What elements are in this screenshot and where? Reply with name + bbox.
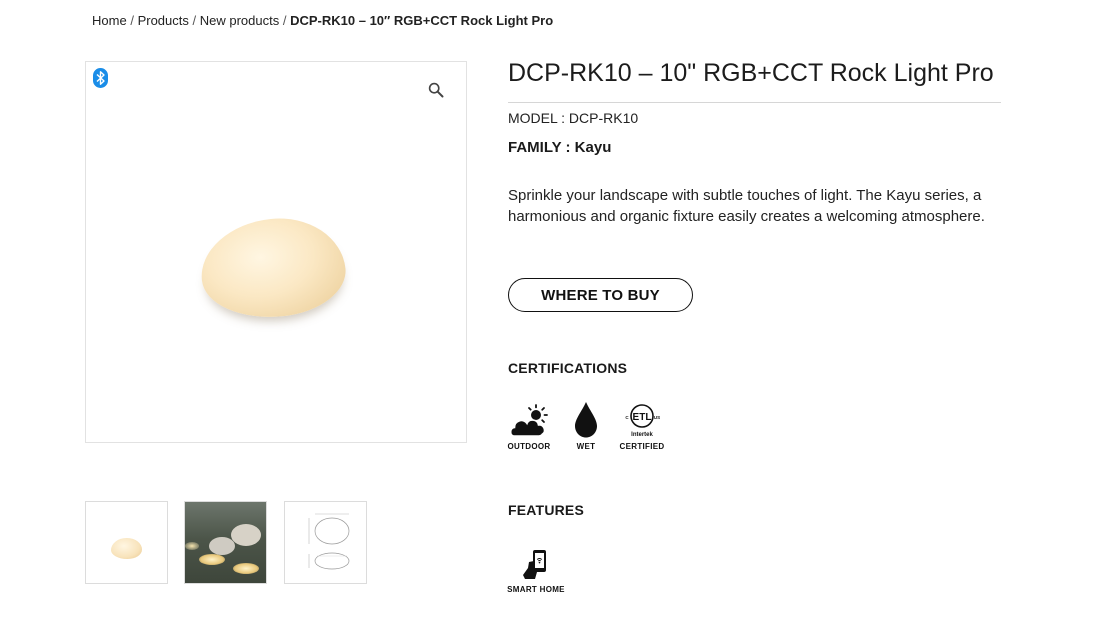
certifications-heading: CERTIFICATIONS bbox=[508, 360, 628, 376]
breadcrumb-new-products-link[interactable]: New products bbox=[200, 13, 279, 28]
smart-home-badge: SMART HOME bbox=[506, 548, 566, 594]
product-main-image[interactable] bbox=[85, 61, 467, 443]
breadcrumb-separator: / bbox=[130, 13, 134, 28]
breadcrumb: Home / Products / New products / DCP-RK1… bbox=[92, 13, 553, 28]
breadcrumb-products-link[interactable]: Products bbox=[138, 13, 189, 28]
product-description: Sprinkle your landscape with subtle touc… bbox=[508, 187, 985, 225]
scene-rock-image bbox=[231, 524, 261, 546]
title-divider bbox=[508, 102, 1001, 103]
product-title: DCP-RK10 – 10" RGB+CCT Rock Light Pro bbox=[508, 59, 994, 87]
where-to-buy-button[interactable]: WHERE TO BUY bbox=[508, 278, 693, 312]
product-family: FAMILY : Kayu bbox=[508, 139, 612, 156]
outdoor-badge: OUTDOOR bbox=[499, 403, 559, 451]
intertek-text: Intertek bbox=[631, 432, 653, 438]
outdoor-label: OUTDOOR bbox=[507, 442, 551, 451]
model-number: MODEL : DCP-RK10 bbox=[508, 110, 639, 126]
breadcrumb-home-link[interactable]: Home bbox=[92, 13, 127, 28]
certified-badge: ETL US C Intertek CERTIFIED bbox=[612, 401, 672, 451]
certified-label: CERTIFIED bbox=[619, 442, 665, 451]
smart-home-label: SMART HOME bbox=[507, 585, 565, 594]
scene-glow-image bbox=[185, 542, 199, 550]
scene-rock-image bbox=[209, 537, 235, 555]
etl-mark-text: ETL bbox=[633, 412, 652, 423]
thumbnail-garden-scene[interactable] bbox=[184, 501, 267, 584]
bluetooth-icon bbox=[93, 68, 108, 88]
dimension-drawing-image bbox=[308, 513, 350, 570]
zoom-icon[interactable] bbox=[428, 82, 444, 98]
wet-label: WET bbox=[576, 442, 596, 451]
etl-c-text: C bbox=[625, 415, 629, 420]
wet-badge: WET bbox=[556, 401, 616, 451]
scene-glow-image bbox=[199, 554, 225, 565]
smartphone-hand-icon bbox=[523, 550, 546, 579]
scene-glow-image bbox=[233, 563, 259, 574]
breadcrumb-separator: / bbox=[192, 13, 197, 28]
cloud-sun-icon bbox=[509, 404, 548, 437]
etl-intertek-icon: ETL US C Intertek bbox=[625, 404, 660, 438]
thumbnail-rock-image bbox=[111, 538, 142, 559]
breadcrumb-separator: / bbox=[282, 13, 287, 28]
features-heading: FEATURES bbox=[508, 502, 585, 518]
rock-light-image bbox=[196, 211, 350, 325]
thumbnail-dimension-drawing[interactable] bbox=[284, 501, 367, 584]
breadcrumb-current: DCP-RK10 – 10″ RGB+CCT Rock Light Pro bbox=[290, 13, 554, 28]
thumbnail-rock[interactable] bbox=[85, 501, 168, 584]
etl-us-text: US bbox=[654, 415, 660, 420]
water-drop-icon bbox=[575, 402, 597, 438]
